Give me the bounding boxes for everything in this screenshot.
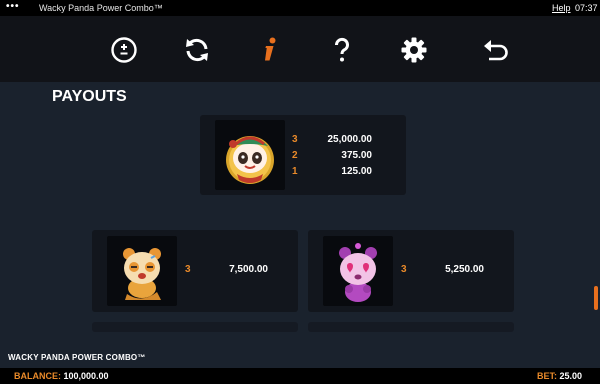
back-icon[interactable] bbox=[480, 35, 510, 65]
payout-value: 25,000.00 bbox=[327, 134, 373, 145]
payout-value: 5,250.00 bbox=[445, 264, 484, 275]
payout-count: 3 bbox=[292, 134, 298, 145]
payout-card-next bbox=[308, 322, 514, 332]
payout-count: 3 bbox=[401, 264, 407, 275]
balance-label: BALANCE: bbox=[14, 371, 61, 381]
info-icon[interactable] bbox=[254, 35, 284, 65]
bet-display: BET: 25.00 bbox=[537, 368, 582, 384]
settings-icon[interactable] bbox=[399, 35, 429, 65]
payout-count: 3 bbox=[185, 264, 191, 275]
payout-value: 375.00 bbox=[341, 150, 372, 161]
payouts-panel: PAYOUTS 3 25,000.00 2 375.00 1 125.00 3 … bbox=[0, 82, 600, 352]
help-icon[interactable] bbox=[327, 35, 357, 65]
game-logo-text: WACKY PANDA POWER COMBO™ bbox=[8, 353, 146, 362]
payout-card-next bbox=[92, 322, 298, 332]
payout-value: 7,500.00 bbox=[229, 264, 268, 275]
balance-display: BALANCE: 100,000.00 bbox=[14, 368, 109, 384]
app-title: Wacky Panda Power Combo™ bbox=[39, 3, 163, 13]
pink-panda-icon bbox=[323, 236, 393, 306]
menu-dots-icon[interactable]: ••• bbox=[6, 0, 20, 15]
toolbar bbox=[0, 16, 600, 82]
bet-adjust-icon[interactable] bbox=[109, 35, 139, 65]
balance-value: 100,000.00 bbox=[63, 371, 109, 381]
payout-count: 1 bbox=[292, 166, 298, 177]
title-bar: ••• Wacky Panda Power Combo™ Help 07:37 bbox=[0, 0, 600, 16]
autoplay-icon[interactable] bbox=[182, 35, 212, 65]
bet-value: 25.00 bbox=[559, 371, 583, 381]
payout-card-wild: 3 25,000.00 2 375.00 1 125.00 bbox=[200, 115, 406, 195]
scrollbar-thumb[interactable] bbox=[594, 286, 598, 310]
orange-panda-icon bbox=[107, 236, 177, 306]
help-link[interactable]: Help bbox=[552, 0, 571, 16]
brand-strip: WACKY PANDA POWER COMBO™ bbox=[0, 352, 600, 368]
payout-rows: 3 25,000.00 2 375.00 1 125.00 bbox=[200, 115, 406, 195]
clock: 07:37 bbox=[575, 3, 598, 13]
payout-card-pink-panda: 3 5,250.00 bbox=[308, 230, 514, 312]
status-bar: BALANCE: 100,000.00 BET: 25.00 bbox=[0, 368, 600, 384]
payout-count: 2 bbox=[292, 150, 298, 161]
bet-label: BET: bbox=[537, 371, 557, 381]
payout-card-orange-panda: 3 7,500.00 bbox=[92, 230, 298, 312]
page-title: PAYOUTS bbox=[52, 88, 127, 105]
payout-value: 125.00 bbox=[341, 166, 372, 177]
